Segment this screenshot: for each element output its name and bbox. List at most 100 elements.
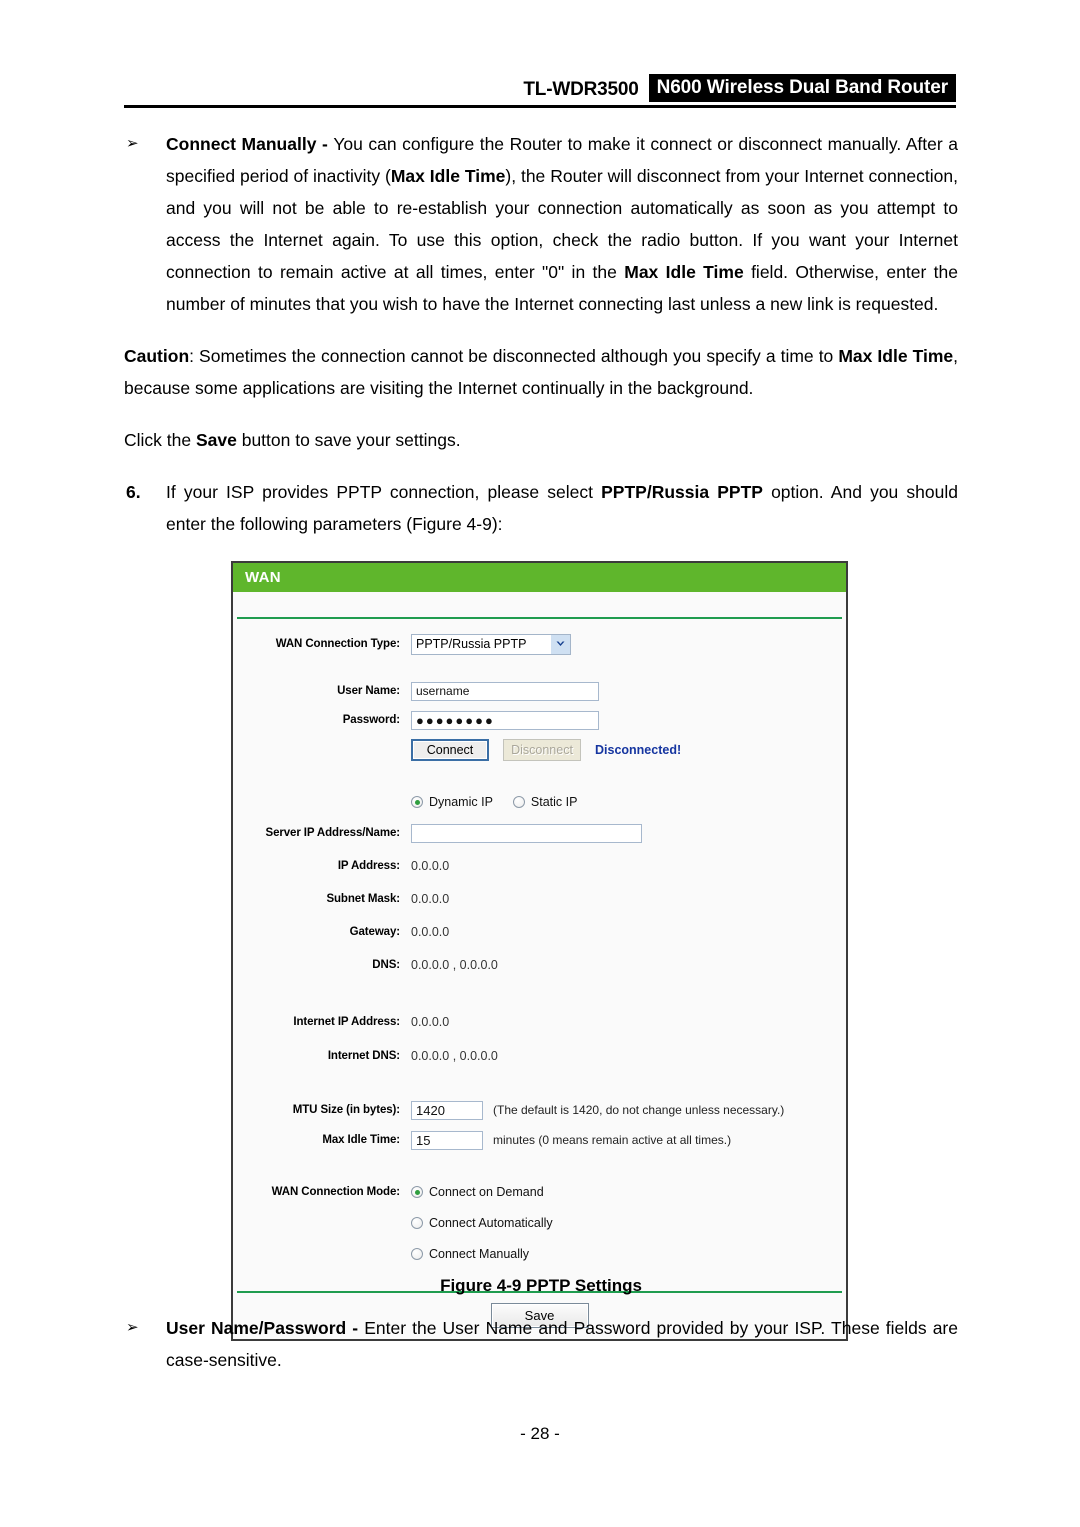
server-ip-field — [411, 823, 846, 843]
radio-connect-automatically[interactable]: Connect Automatically — [411, 1216, 553, 1230]
wan-connection-mode-field: Connect on Demand — [411, 1185, 846, 1199]
save-hint-text-2: button to save your settings. — [236, 430, 461, 450]
save-hint-block: Click the Save button to save your setti… — [124, 424, 958, 456]
gateway-row: Gateway: 0.0.0.0 — [233, 910, 846, 943]
password-label: Password: — [342, 714, 400, 726]
connection-buttons-row: Connect Disconnect Disconnected! — [233, 731, 846, 761]
bullet-arrow-icon: ➢ — [126, 135, 139, 152]
max-idle-time-hint: minutes (0 means remain active at all ti… — [493, 1133, 732, 1147]
disconnect-button: Disconnect — [503, 739, 581, 761]
connect-manually-paragraph: Connect Manually - You can configure the… — [166, 128, 958, 320]
subnet-mask-label: Subnet Mask: — [326, 893, 400, 905]
radio-connect-on-demand[interactable]: Connect on Demand — [411, 1185, 544, 1199]
ip-address-row: IP Address: 0.0.0.0 — [233, 844, 846, 877]
user-name-input[interactable]: username — [411, 681, 599, 701]
dns-value: 0.0.0.0 , 0.0.0.0 — [411, 958, 498, 972]
ip-address-value: 0.0.0.0 — [411, 859, 450, 873]
caution-block: Caution: Sometimes the connection cannot… — [124, 340, 958, 404]
radio-static-ip-icon[interactable] — [512, 796, 525, 808]
gateway-label: Gateway: — [349, 926, 400, 938]
radio-static-ip-label: Static IP — [530, 795, 578, 809]
save-hint-text-1: Click the — [124, 430, 196, 450]
max-idle-time-field: 15 minutes (0 means remain active at all… — [411, 1130, 846, 1150]
user-name-row: User Name: username — [233, 655, 846, 702]
wan-connection-mode-row-2: Connect Automatically — [233, 1203, 846, 1234]
wan-connection-mode-label: WAN Connection Mode: — [271, 1186, 400, 1198]
max-idle-time-bold-2: Max Idle Time — [624, 262, 744, 282]
mtu-size-field: 1420 (The default is 1420, do not change… — [411, 1100, 846, 1120]
step-6-text-1: If your ISP provides PPTP connection, pl… — [166, 482, 602, 502]
internet-ip-address-row: Internet IP Address: 0.0.0.0 — [233, 976, 846, 1033]
caution-paragraph: Caution: Sometimes the connection cannot… — [124, 340, 958, 404]
username-password-term: User Name/Password - — [166, 1318, 365, 1338]
internet-dns-row: Internet DNS: 0.0.0.0 , 0.0.0.0 — [233, 1033, 846, 1067]
wan-connection-type-label: WAN Connection Type: — [275, 638, 400, 650]
chevron-down-icon[interactable] — [551, 634, 570, 654]
server-ip-row: Server IP Address/Name: — [233, 813, 846, 844]
radio-static-ip[interactable]: Static IP — [512, 795, 578, 809]
pptp-settings-figure: WAN WAN Connection Type: PPTP/Russia PPT… — [231, 561, 848, 1341]
connect-button[interactable]: Connect — [411, 739, 489, 761]
save-bold: Save — [195, 430, 237, 450]
gateway-field: 0.0.0.0 — [411, 925, 846, 939]
radio-dynamic-ip[interactable]: Dynamic IP — [411, 795, 493, 809]
step-6-block: 6. If your ISP provides PPTP connection,… — [124, 476, 958, 540]
subnet-mask-row: Subnet Mask: 0.0.0.0 — [233, 877, 846, 910]
page-header: TL-WDR3500 N600 Wireless Dual Band Route… — [124, 74, 956, 110]
connection-buttons-field: Connect Disconnect Disconnected! — [411, 739, 846, 761]
ip-address-field: 0.0.0.0 — [411, 859, 846, 873]
wan-connection-mode-row-3: Connect Manually — [233, 1234, 846, 1265]
internet-ip-address-field: 0.0.0.0 — [411, 1015, 846, 1029]
wan-panel-title: WAN — [245, 569, 281, 586]
radio-dynamic-ip-label: Dynamic IP — [429, 795, 493, 809]
wan-connection-mode-field-2: Connect Automatically — [411, 1216, 846, 1230]
wan-panel-body: WAN Connection Type: PPTP/Russia PPTP Us… — [233, 619, 846, 1339]
max-idle-time-bold-1: Max Idle Time — [390, 166, 506, 186]
radio-connect-on-demand-label: Connect on Demand — [429, 1185, 544, 1199]
wan-panel-spacer — [233, 592, 846, 617]
max-idle-time-row: Max Idle Time: 15 minutes (0 means remai… — [233, 1121, 846, 1151]
step-6-number: 6. — [126, 482, 141, 502]
save-hint-paragraph: Click the Save button to save your setti… — [124, 424, 958, 456]
header-divider — [124, 105, 956, 108]
caution-max-idle-bold: Max Idle Time — [838, 346, 954, 366]
product-name-badge: N600 Wireless Dual Band Router — [648, 74, 956, 102]
internet-ip-address-value: 0.0.0.0 — [411, 1015, 450, 1029]
wan-panel: WAN WAN Connection Type: PPTP/Russia PPT… — [231, 561, 848, 1341]
dns-field: 0.0.0.0 , 0.0.0.0 — [411, 958, 846, 972]
radio-connect-on-demand-icon[interactable] — [411, 1186, 423, 1198]
radio-connect-manually[interactable]: Connect Manually — [411, 1247, 529, 1261]
internet-dns-label: Internet DNS: — [327, 1050, 400, 1062]
caution-label: Caution — [124, 346, 190, 366]
gateway-value: 0.0.0.0 — [411, 925, 450, 939]
wan-connection-type-select[interactable]: PPTP/Russia PPTP — [411, 633, 571, 655]
connection-status-text: Disconnected! — [595, 743, 682, 757]
max-idle-time-input[interactable]: 15 — [411, 1130, 483, 1150]
mtu-size-input[interactable]: 1420 — [411, 1100, 483, 1120]
password-masked-value: ●●●●●●●● — [416, 712, 495, 728]
mtu-size-hint: (The default is 1420, do not change unle… — [493, 1103, 785, 1117]
wan-panel-titlebar: WAN — [233, 563, 846, 592]
connect-manually-term: Connect Manually - — [166, 134, 334, 154]
internet-ip-address-label: Internet IP Address: — [293, 1016, 400, 1028]
radio-connect-automatically-label: Connect Automatically — [429, 1216, 553, 1230]
radio-dynamic-ip-icon[interactable] — [411, 796, 423, 808]
radio-connect-automatically-icon[interactable] — [411, 1217, 423, 1229]
header-row: TL-WDR3500 N600 Wireless Dual Band Route… — [124, 74, 956, 102]
password-row: Password: ●●●●●●●● — [233, 702, 846, 731]
mtu-size-row: MTU Size (in bytes): 1420 (The default i… — [233, 1067, 846, 1121]
username-password-paragraph: User Name/Password - Enter the User Name… — [166, 1312, 958, 1376]
page-number: - 28 - — [520, 1424, 560, 1443]
server-ip-input[interactable] — [411, 823, 642, 843]
password-input[interactable]: ●●●●●●●● — [411, 710, 599, 730]
subnet-mask-field: 0.0.0.0 — [411, 892, 846, 906]
user-name-field: username — [411, 681, 846, 701]
mtu-size-label: MTU Size (in bytes): — [292, 1104, 400, 1116]
document-content: ➢ Connect Manually - You can configure t… — [124, 128, 958, 540]
radio-connect-manually-icon[interactable] — [411, 1248, 423, 1260]
after-figure-content: ➢ User Name/Password - Enter the User Na… — [124, 1312, 958, 1396]
wan-connection-type-field: PPTP/Russia PPTP — [411, 633, 846, 655]
max-idle-time-label: Max Idle Time: — [322, 1134, 400, 1146]
figure-caption: Figure 4-9 PPTP Settings — [440, 1276, 642, 1295]
ip-address-label: IP Address: — [337, 860, 400, 872]
